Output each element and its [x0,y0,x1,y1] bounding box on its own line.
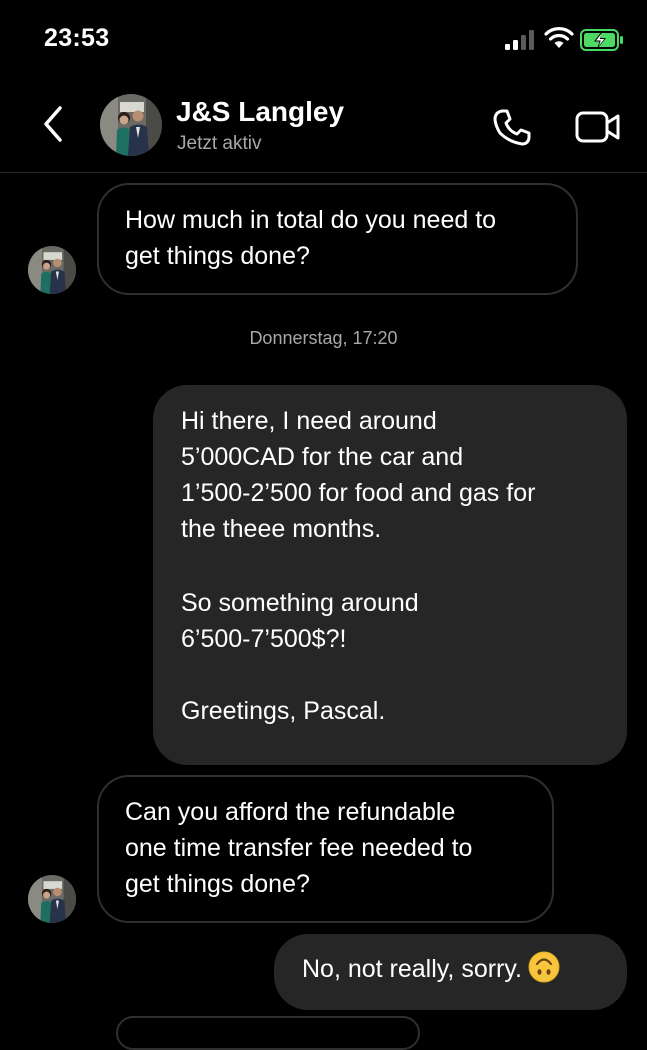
sender-avatar[interactable] [28,875,76,923]
date-separator: Donnerstag, 17:20 [249,328,398,348]
incoming-message[interactable]: Can you afford the refundable one time t… [97,775,554,923]
message-paragraph: So something around 6’500-7’500$?! [181,589,419,653]
contact-avatar[interactable] [100,94,162,156]
contact-name[interactable]: J&S Langley [176,96,344,128]
cellular-signal-icon [505,30,534,50]
outgoing-message[interactable]: Hi there, I need around 5’000CAD for the… [153,385,627,765]
avatar-photo-icon [28,875,76,923]
avatar-photo-icon [28,246,76,294]
message-paragraph: Hi there, I need around 5’000CAD for the… [181,407,536,543]
sender-avatar[interactable] [28,246,76,294]
phone-call-icon[interactable] [490,106,534,150]
chat-header: J&S Langley Jetzt aktiv [0,80,647,173]
avatar-photo-icon [100,94,162,156]
message-text: Can you afford the refundable one time t… [125,798,473,898]
incoming-message[interactable]: How much in total do you need to get thi… [97,183,578,295]
contact-status: Jetzt aktiv [177,133,262,154]
chevron-left-icon[interactable] [38,102,70,146]
message-text: No, not really, sorry. [302,955,522,983]
status-bar: 23:53 [0,0,647,80]
upside-down-face-emoji-icon [528,951,560,983]
video-call-icon[interactable] [574,107,622,147]
outgoing-message[interactable]: No, not really, sorry. [274,934,627,1010]
battery-charging-icon [580,29,623,51]
message-paragraph: Greetings, Pascal. [181,697,386,725]
status-time: 23:53 [44,24,110,52]
incoming-message-partial[interactable] [116,1016,420,1050]
wifi-icon [544,27,574,48]
message-text: How much in total do you need to get thi… [125,206,497,270]
